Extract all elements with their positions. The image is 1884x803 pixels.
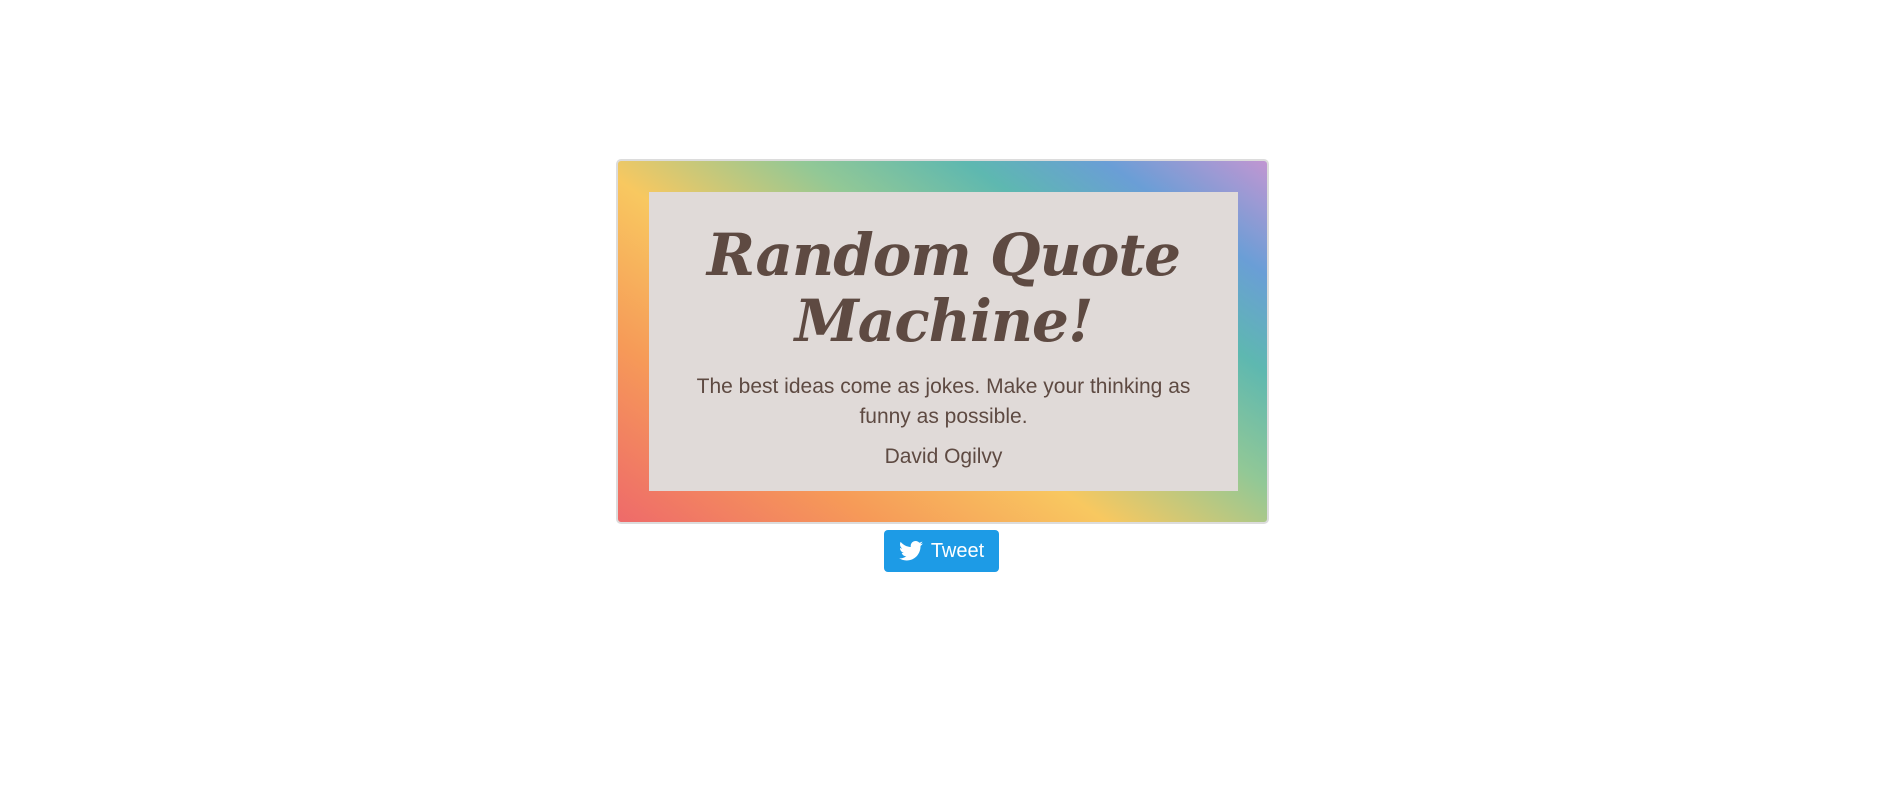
quote-frame: Random Quote Machine! The best ideas com… [616, 159, 1269, 524]
tweet-button-label: Tweet [930, 539, 985, 562]
page-title: Random Quote Machine! [649, 192, 1238, 354]
quote-author: David Ogilvy [884, 445, 1003, 468]
title-line-1: Random Quote [706, 221, 1181, 289]
twitter-bird-icon [898, 541, 923, 561]
tweet-button[interactable]: Tweet [884, 530, 999, 572]
page: Random Quote Machine! The best ideas com… [0, 0, 1884, 803]
quote-text: The best ideas come as jokes. Make your … [696, 375, 1191, 428]
quote-card: Random Quote Machine! The best ideas com… [649, 192, 1238, 491]
title-line-2: Machine! [794, 287, 1094, 355]
